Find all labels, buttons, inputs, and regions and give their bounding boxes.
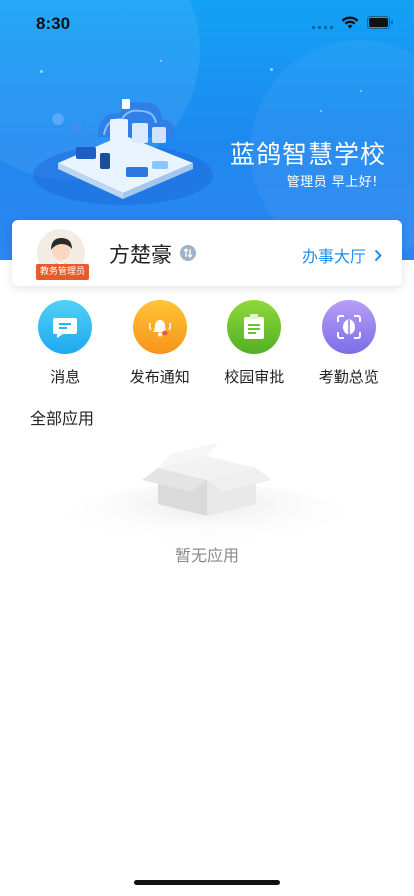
quick-app-campus-approval[interactable]: 校园审批	[214, 300, 294, 390]
quick-apps: 消息 发布通知 校园审批 考勤总览	[0, 300, 414, 390]
banner-sparkle	[40, 70, 43, 73]
gender-icon	[180, 245, 196, 261]
face-scan-icon	[321, 300, 376, 354]
clipboard-icon	[227, 300, 282, 354]
quick-app-label: 消息	[50, 368, 81, 386]
empty-apps-text: 暂无应用	[174, 546, 239, 565]
user-name: 方楚豪	[109, 243, 172, 267]
quick-app-label: 考勤总览	[318, 368, 379, 386]
cellular-signal-icon	[312, 17, 333, 29]
wifi-icon	[341, 16, 359, 29]
home-indicator[interactable]	[134, 880, 280, 885]
banner-sparkle	[270, 68, 273, 71]
service-hall-link[interactable]: 办事大厅	[302, 243, 382, 267]
cloud-campus-illustration	[33, 99, 213, 205]
banner-sparkle	[320, 110, 322, 112]
status-bar: 8:30	[0, 0, 414, 50]
school-name: 蓝鸽智慧学校	[229, 140, 386, 169]
all-apps-title: 全部应用	[30, 409, 95, 428]
message-icon	[38, 300, 93, 354]
bell-icon	[132, 300, 187, 354]
service-hall-label: 办事大厅	[301, 247, 366, 266]
quick-app-publish-notice[interactable]: 发布通知	[120, 300, 200, 390]
empty-box-illustration	[67, 442, 347, 540]
banner-sparkle	[160, 60, 162, 62]
quick-app-label: 发布通知	[129, 368, 190, 386]
status-time: 8:30	[36, 14, 71, 33]
profile-card: 教务管理员 方楚豪 办事大厅	[12, 220, 402, 286]
role-badge: 教务管理员	[36, 264, 90, 280]
quick-app-label: 校园审批	[224, 368, 285, 386]
battery-icon	[367, 16, 393, 29]
greeting-text: 管理员 早上好!	[286, 175, 378, 190]
quick-app-attendance[interactable]: 考勤总览	[309, 300, 389, 390]
quick-app-messages[interactable]: 消息	[25, 300, 105, 390]
banner-sparkle	[360, 90, 362, 92]
chevron-right-icon	[374, 249, 382, 261]
